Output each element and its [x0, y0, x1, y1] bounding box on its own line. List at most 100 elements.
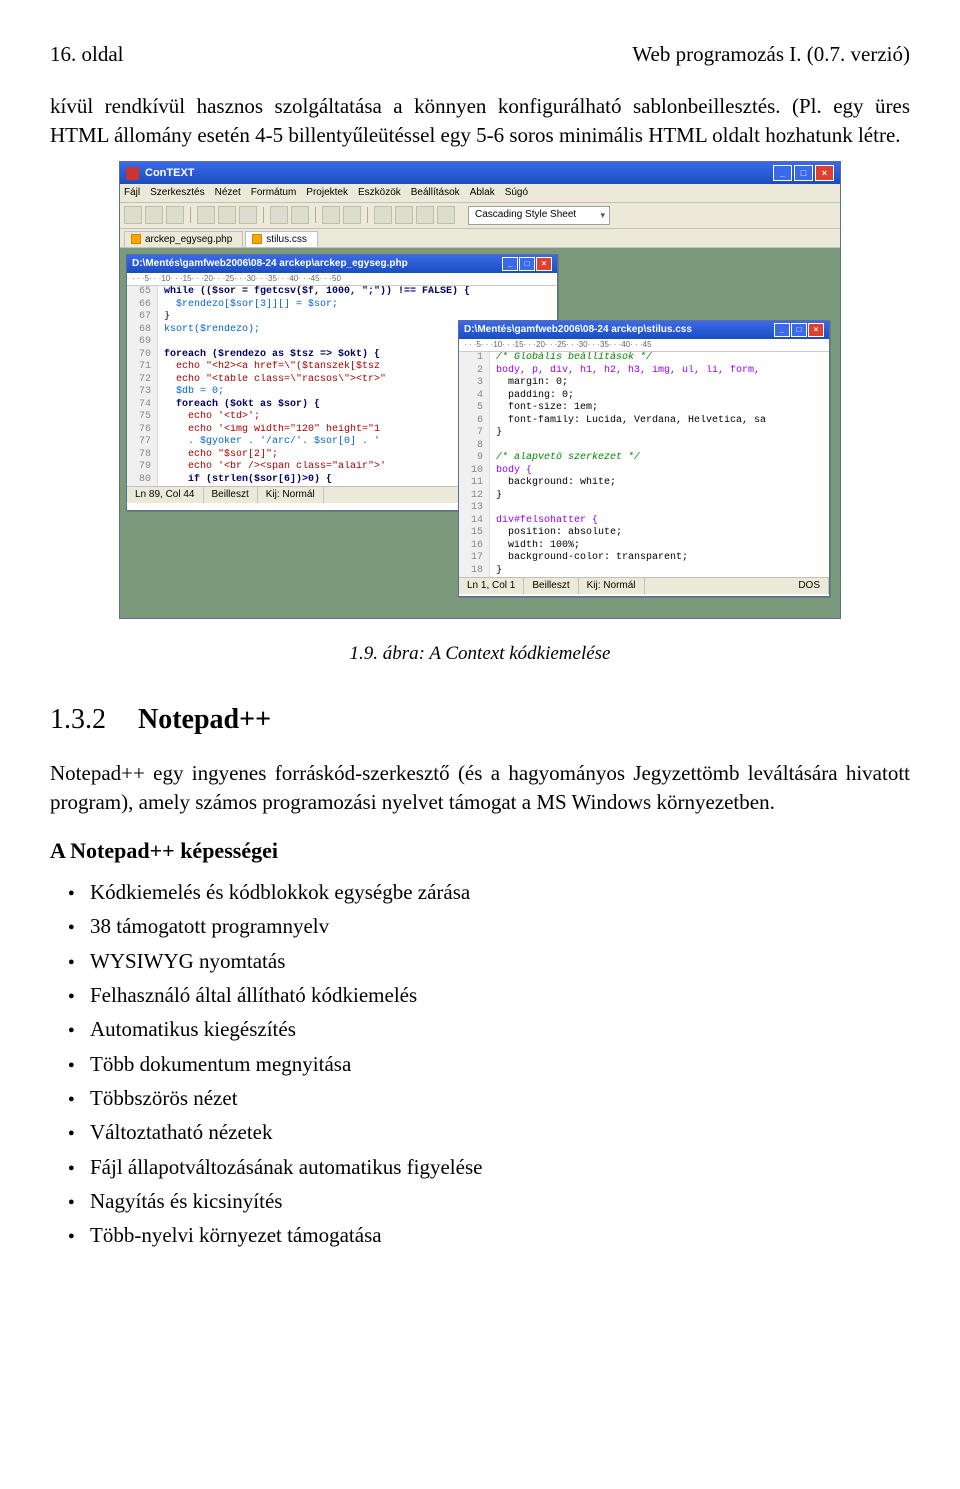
toolbar-stop-icon[interactable]: [437, 206, 455, 224]
code-text: while (($sor = fgetcsv($f, 1000, ";")) !…: [158, 286, 557, 299]
line-number: 7: [459, 427, 490, 440]
code-text: background-color: transparent;: [490, 552, 829, 565]
code-text: padding: 0;: [490, 390, 829, 403]
line-number: 15: [459, 527, 490, 540]
code-text: width: 100%;: [490, 540, 829, 553]
line-number: 80: [127, 474, 158, 487]
code-line: 7}: [459, 427, 829, 440]
menu-item[interactable]: Projektek: [306, 186, 348, 200]
line-number: 70: [127, 349, 158, 362]
toolbar-copy-icon[interactable]: [197, 206, 215, 224]
code-line: 66 $rendezo[$sor[3]][] = $sor;: [127, 299, 557, 312]
language-dropdown[interactable]: Cascading Style Sheet: [468, 206, 610, 225]
doc-maximize-button[interactable]: □: [791, 323, 807, 337]
line-number: 9: [459, 452, 490, 465]
subheading: A Notepad++ képességei: [50, 836, 910, 866]
feature-list: Kódkiemelés és kódblokkok egységbe zárás…: [50, 878, 910, 1250]
toolbar-run-icon[interactable]: [374, 206, 392, 224]
list-item: Nagyítás és kicsinyítés: [50, 1187, 910, 1215]
intro-paragraph: kívül rendkívül hasznos szolgáltatása a …: [50, 92, 910, 149]
main-toolbar: Cascading Style Sheet: [120, 203, 840, 229]
code-line: 13: [459, 502, 829, 515]
menu-item[interactable]: Formátum: [251, 186, 297, 200]
section-heading: 1.3.2Notepad++: [50, 701, 910, 739]
line-number: 1: [459, 352, 490, 365]
file-tab-label: stilus.css: [266, 233, 307, 247]
code-text: background: white;: [490, 477, 829, 490]
status-selection: Kij: Normál: [579, 578, 645, 594]
line-number: 72: [127, 374, 158, 387]
menu-item[interactable]: Szerkesztés: [150, 186, 204, 200]
toolbar-separator: [367, 207, 368, 223]
code-line: 18}: [459, 565, 829, 578]
toolbar-print-icon[interactable]: [343, 206, 361, 224]
menu-item[interactable]: Nézet: [215, 186, 241, 200]
toolbar-compile-icon[interactable]: [395, 206, 413, 224]
toolbar-redo-icon[interactable]: [291, 206, 309, 224]
line-number: 67: [127, 311, 158, 324]
menu-item[interactable]: Beállítások: [411, 186, 460, 200]
menu-item[interactable]: Eszközök: [358, 186, 401, 200]
ruler: · · ·5· · ·10· · ·15· · ·20· · ·25· · ·3…: [459, 339, 829, 352]
toolbar-debug-icon[interactable]: [416, 206, 434, 224]
line-number: 12: [459, 490, 490, 503]
status-position: Ln 1, Col 1: [459, 578, 524, 594]
toolbar-cut-icon[interactable]: [239, 206, 257, 224]
context-app-window: ConTEXT _ □ × FájlSzerkesztésNézetFormát…: [119, 161, 841, 619]
toolbar-open-icon[interactable]: [145, 206, 163, 224]
file-tab[interactable]: arckep_egyseg.php: [124, 231, 243, 248]
code-area[interactable]: 1/* Globális beállítások */2body, p, div…: [459, 352, 829, 577]
doc-minimize-button[interactable]: _: [502, 257, 518, 271]
doc-close-button[interactable]: ×: [536, 257, 552, 271]
page-number: 16. oldal: [50, 40, 124, 68]
line-number: 66: [127, 299, 158, 312]
code-line: 2body, p, div, h1, h2, h3, img, ul, li, …: [459, 365, 829, 378]
code-text: body {: [490, 465, 829, 478]
list-item: Változtatható nézetek: [50, 1118, 910, 1146]
toolbar-new-icon[interactable]: [124, 206, 142, 224]
code-line: 1/* Globális beállítások */: [459, 352, 829, 365]
code-text: font-size: 1em;: [490, 402, 829, 415]
file-type-icon: [131, 234, 141, 244]
menu-item[interactable]: Fájl: [124, 186, 140, 200]
list-item: Több-nyelvi környezet támogatása: [50, 1221, 910, 1249]
doc-statusbar: Ln 1, Col 1 Beilleszt Kij: Normál DOS: [459, 577, 829, 594]
line-number: 71: [127, 361, 158, 374]
close-button[interactable]: ×: [815, 165, 834, 181]
line-number: 8: [459, 440, 490, 453]
toolbar-separator: [263, 207, 264, 223]
code-text: /* Globális beállítások */: [490, 352, 829, 365]
minimize-button[interactable]: _: [773, 165, 792, 181]
code-line: 65while (($sor = fgetcsv($f, 1000, ";"))…: [127, 286, 557, 299]
file-tab[interactable]: stilus.css: [245, 231, 318, 248]
toolbar-paste-icon[interactable]: [218, 206, 236, 224]
code-text: margin: 0;: [490, 377, 829, 390]
maximize-button[interactable]: □: [794, 165, 813, 181]
code-line: 9/* alapvető szerkezet */: [459, 452, 829, 465]
mdi-area: D:\Mentés\gamfweb2006\08-24 arckep\arcke…: [120, 248, 840, 618]
toolbar-find-icon[interactable]: [322, 206, 340, 224]
line-number: 68: [127, 324, 158, 337]
code-line: 5 font-size: 1em;: [459, 402, 829, 415]
code-line: 3 margin: 0;: [459, 377, 829, 390]
doc-maximize-button[interactable]: □: [519, 257, 535, 271]
line-number: 73: [127, 386, 158, 399]
line-number: 14: [459, 515, 490, 528]
toolbar-save-icon[interactable]: [166, 206, 184, 224]
doc-titlebar: D:\Mentés\gamfweb2006\08-24 arckep\stilu…: [459, 321, 829, 339]
menu-item[interactable]: Súgó: [505, 186, 528, 200]
doc-close-button[interactable]: ×: [808, 323, 824, 337]
list-item: Több dokumentum megnyitása: [50, 1050, 910, 1078]
code-text: $rendezo[$sor[3]][] = $sor;: [158, 299, 557, 312]
line-number: 16: [459, 540, 490, 553]
list-item: 38 támogatott programnyelv: [50, 912, 910, 940]
menu-item[interactable]: Ablak: [470, 186, 495, 200]
file-type-icon: [252, 234, 262, 244]
code-text: font-family: Lucida, Verdana, Helvetica,…: [490, 415, 829, 428]
code-line: 10body {: [459, 465, 829, 478]
toolbar-undo-icon[interactable]: [270, 206, 288, 224]
section-title: Notepad++: [138, 704, 271, 735]
doc-minimize-button[interactable]: _: [774, 323, 790, 337]
line-number: 78: [127, 449, 158, 462]
ruler: · · ·5· · ·10· · ·15· · ·20· · ·25· · ·3…: [127, 273, 557, 286]
